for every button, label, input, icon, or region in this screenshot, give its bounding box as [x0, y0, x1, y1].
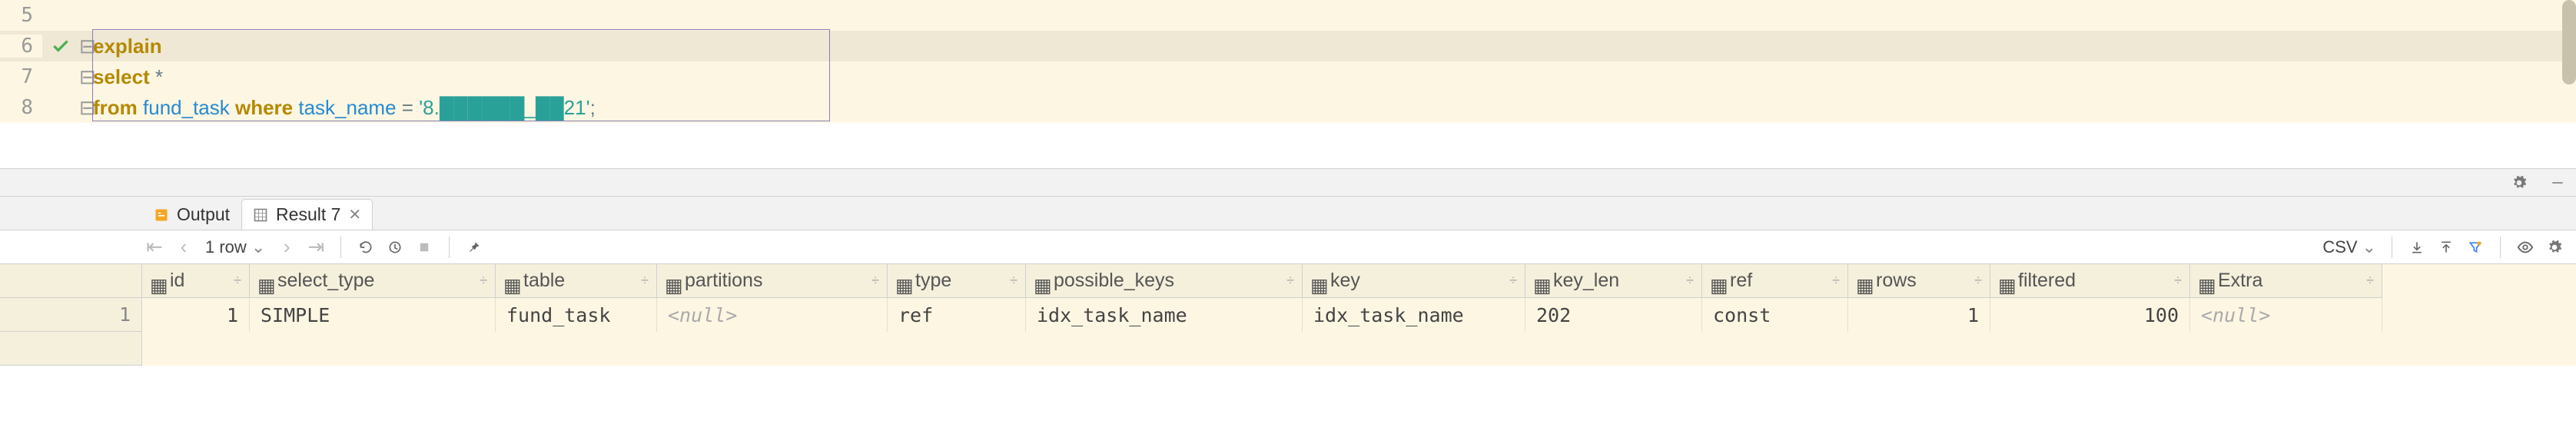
- stop-refresh-icon[interactable]: [383, 235, 407, 260]
- row-count-label[interactable]: 1 row ⌄: [201, 237, 270, 257]
- tab-result[interactable]: Result 7 ✕: [241, 199, 373, 230]
- export-format-select[interactable]: CSV ⌄: [2319, 237, 2379, 257]
- close-icon[interactable]: ✕: [348, 205, 361, 224]
- refresh-icon[interactable]: [354, 235, 378, 260]
- tab-label: Result 7: [276, 204, 340, 225]
- col-header-rows[interactable]: ▦rows÷: [1848, 264, 1990, 298]
- editor-bottom-gap: [0, 123, 2576, 169]
- fold-marker[interactable]: ⊟: [79, 96, 93, 120]
- next-page-icon[interactable]: ›: [274, 235, 299, 260]
- prev-page-icon[interactable]: ‹: [171, 235, 196, 260]
- tab-output[interactable]: Output: [142, 199, 241, 230]
- result-grid: ▦id÷ ▦select_type÷ ▦table÷ ▦partitions÷ …: [0, 264, 2576, 366]
- line-number: 7: [0, 65, 42, 88]
- col-header-extra[interactable]: ▦Extra÷: [2190, 264, 2382, 298]
- separator: [340, 237, 341, 258]
- cell-select-type[interactable]: SIMPLE: [250, 298, 496, 332]
- upload-icon[interactable]: [2434, 235, 2458, 260]
- col-header-key-len[interactable]: ▦key_len÷: [1525, 264, 1702, 298]
- last-page-icon[interactable]: ⇥: [304, 235, 328, 260]
- row-num-header[interactable]: [0, 264, 142, 298]
- result-toolbar: ⇤ ‹ 1 row ⌄ › ⇥ CSV ⌄: [0, 230, 2576, 264]
- fold-marker[interactable]: ⊟: [79, 35, 93, 58]
- col-header-table[interactable]: ▦table÷: [496, 264, 657, 298]
- gear-icon[interactable]: [2507, 171, 2531, 195]
- result-tabs: Output Result 7 ✕: [0, 197, 2576, 230]
- run-ok-icon: [42, 36, 79, 56]
- panel-topbar: [0, 169, 2576, 197]
- code-line[interactable]: from fund_task where task_name = '8.████…: [93, 96, 2576, 120]
- gear-icon[interactable]: [2542, 235, 2567, 260]
- cell-rows[interactable]: 1: [1848, 298, 1990, 332]
- col-header-key[interactable]: ▦key÷: [1303, 264, 1525, 298]
- separator: [2500, 237, 2501, 258]
- cell-ref[interactable]: const: [1702, 298, 1848, 332]
- line-number: 5: [0, 4, 42, 27]
- table-icon: [253, 207, 268, 223]
- cell-key-len[interactable]: 202: [1525, 298, 1702, 332]
- separator: [449, 237, 450, 258]
- eye-icon[interactable]: [2513, 235, 2538, 260]
- col-header-ref[interactable]: ▦ref÷: [1702, 264, 1848, 298]
- minimize-icon[interactable]: [2545, 171, 2570, 195]
- header-row: ▦id÷ ▦select_type÷ ▦table÷ ▦partitions÷ …: [0, 264, 2576, 298]
- filter-icon[interactable]: [2463, 235, 2488, 260]
- editor-scrollbar[interactable]: [2562, 0, 2576, 84]
- tab-label: Output: [177, 204, 230, 225]
- col-header-partitions[interactable]: ▦partitions÷: [657, 264, 888, 298]
- empty-row: [0, 332, 2576, 366]
- col-header-filtered[interactable]: ▦filtered÷: [1990, 264, 2190, 298]
- cell-possible-keys[interactable]: idx_task_name: [1026, 298, 1303, 332]
- code-line[interactable]: select *: [93, 65, 2576, 89]
- table-row[interactable]: 1 1 SIMPLE fund_task <null> ref idx_task…: [0, 298, 2576, 332]
- cell-table[interactable]: fund_task: [496, 298, 657, 332]
- row-num-empty: [0, 332, 142, 366]
- cell-extra[interactable]: <null>: [2190, 298, 2382, 332]
- stop-icon[interactable]: [412, 235, 437, 260]
- col-header-type[interactable]: ▦type÷: [888, 264, 1026, 298]
- pin-icon[interactable]: [462, 235, 486, 260]
- line-number: 6: [0, 35, 42, 58]
- sql-editor[interactable]: 5 6 ⊟ explain 7 ⊟ select * 8 ⊟ from fund…: [0, 0, 2576, 123]
- fold-marker[interactable]: ⊟: [79, 65, 93, 89]
- code-line[interactable]: explain: [93, 35, 2576, 58]
- row-number[interactable]: 1: [0, 298, 142, 332]
- col-header-id[interactable]: ▦id÷: [142, 264, 250, 298]
- cell-key[interactable]: idx_task_name: [1303, 298, 1525, 332]
- line-number: 8: [0, 96, 42, 119]
- first-page-icon[interactable]: ⇤: [142, 235, 167, 260]
- col-header-select-type[interactable]: ▦select_type÷: [250, 264, 496, 298]
- cell-partitions[interactable]: <null>: [657, 298, 888, 332]
- col-header-possible-keys[interactable]: ▦possible_keys÷: [1026, 264, 1303, 298]
- output-icon: [154, 207, 169, 223]
- cell-type[interactable]: ref: [888, 298, 1026, 332]
- cell-filtered[interactable]: 100: [1990, 298, 2190, 332]
- download-icon[interactable]: [2405, 235, 2429, 260]
- cell-id[interactable]: 1: [142, 298, 250, 332]
